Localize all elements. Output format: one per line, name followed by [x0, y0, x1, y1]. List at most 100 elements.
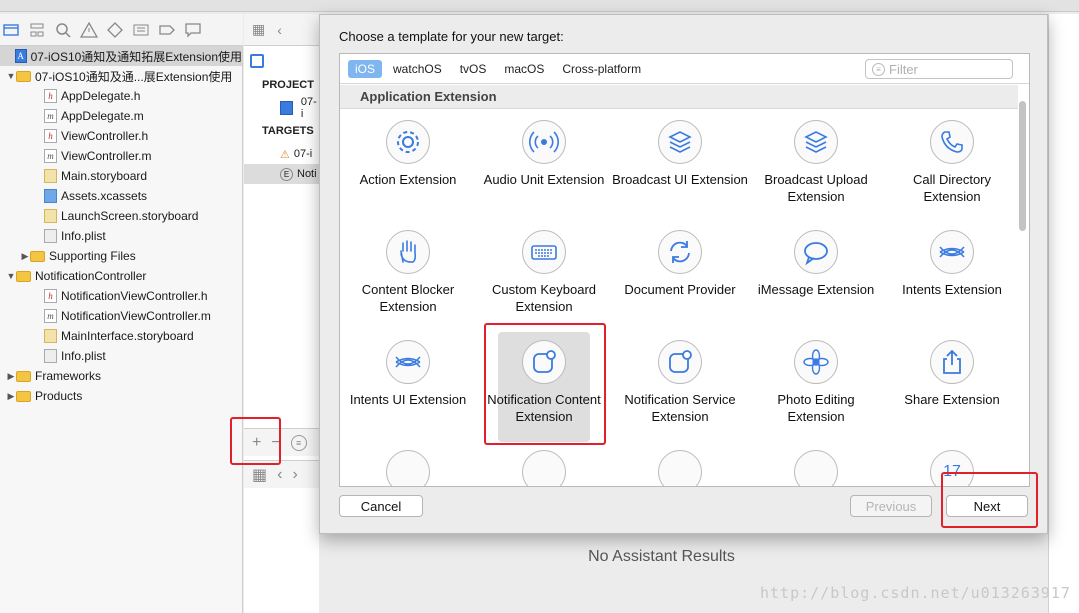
debug-icon[interactable] [132, 21, 150, 39]
sidebar-item[interactable]: Assets.xcassets [0, 186, 242, 206]
sidebar-item[interactable]: Main.storyboard [0, 166, 242, 186]
template-label: Photo Editing Extension [777, 392, 855, 424]
disclosure-triangle-icon[interactable]: ▶ [6, 371, 16, 382]
scrollbar-thumb[interactable] [1019, 101, 1026, 231]
template-label: Document Provider [624, 282, 736, 297]
platform-tab[interactable]: watchOS [386, 60, 449, 78]
grid-icon[interactable]: ▦ [252, 465, 267, 485]
template-item[interactable]: Document Provider [612, 222, 748, 332]
broadcast-stack-icon [794, 120, 838, 164]
targets-section-header: TARGETS [262, 125, 314, 137]
platform-tab[interactable]: macOS [497, 60, 551, 78]
folder-icon [16, 370, 31, 382]
template-item[interactable]: Broadcast UI Extension [612, 112, 748, 222]
sidebar-item[interactable]: ▶ Products [0, 386, 242, 406]
sidebar-toggle-icon[interactable] [250, 54, 264, 68]
target-list-item[interactable]: ⚠ 07-i [280, 144, 312, 164]
sidebar-item[interactable]: m NotificationViewController.m [0, 306, 242, 326]
template-item[interactable]: Content Blocker Extension [340, 222, 476, 332]
filter-placeholder: Filter [889, 61, 918, 77]
filter-field[interactable]: ≡ Filter [865, 59, 1013, 79]
target-list-item-selected[interactable]: E Noti [244, 164, 319, 184]
forward-arrow-icon[interactable]: › [292, 466, 297, 484]
sidebar-item[interactable]: ▼ NotificationController [0, 266, 242, 286]
project-icon: A [14, 49, 27, 63]
sidebar-item[interactable]: m AppDelegate.m [0, 106, 242, 126]
sidebar-item[interactable]: h AppDelegate.h [0, 86, 242, 106]
app-target-icon: ⚠ [280, 148, 290, 161]
sidebar-item[interactable]: h ViewController.h [0, 126, 242, 146]
sidebar-item-label: Products [35, 389, 83, 403]
template-scrollbar[interactable] [1018, 85, 1027, 485]
sidebar-item-label: NotificationController [35, 269, 147, 283]
template-item[interactable]: Notification Service Extension [612, 332, 748, 442]
storyboard-icon [44, 329, 57, 343]
template-label: Share Extension [904, 392, 1000, 407]
platform-tab[interactable]: tvOS [453, 60, 494, 78]
source-file-icon: m [44, 109, 57, 123]
search-icon[interactable] [54, 21, 72, 39]
sidebar-item[interactable]: ▶ Frameworks [0, 366, 242, 386]
project-editor-list: PROJECT 07-i TARGETS ⚠ 07-i E Noti [244, 14, 319, 613]
template-item[interactable] [748, 442, 884, 486]
template-item[interactable]: Action Extension [340, 112, 476, 222]
hand-icon [386, 230, 430, 274]
template-item[interactable]: iMessage Extension [748, 222, 884, 332]
sidebar-item[interactable]: LaunchScreen.storyboard [0, 206, 242, 226]
highlight-add-button [230, 417, 281, 465]
breakpoint-icon[interactable] [158, 21, 176, 39]
hierarchy-icon[interactable] [28, 21, 46, 39]
previous-button[interactable]: Previous [850, 495, 932, 517]
template-item[interactable]: Intents UI Extension [340, 332, 476, 442]
template-item[interactable]: Share Extension [884, 332, 1018, 442]
disclosure-triangle-icon[interactable]: ▼ [6, 271, 16, 281]
sidebar-item[interactable]: Info.plist [0, 226, 242, 246]
template-item[interactable] [476, 442, 612, 486]
template-label: Content Blocker Extension [361, 282, 455, 314]
template-label: Call Directory Extension [912, 172, 991, 204]
project-icon [280, 101, 293, 115]
filter-icon: ≡ [872, 62, 885, 76]
test-diamond-icon[interactable] [106, 21, 124, 39]
sidebar-item[interactable]: ▼ 07-iOS10通知及通...展Extension使用 [0, 66, 242, 86]
template-icon [386, 450, 430, 486]
template-item[interactable]: Intents Extension [884, 222, 1018, 332]
sidebar-item[interactable]: MainInterface.storyboard [0, 326, 242, 346]
back-arrow-icon[interactable]: ‹ [277, 466, 282, 484]
sidebar-item[interactable]: m ViewController.m [0, 146, 242, 166]
project-list-item[interactable]: 07-i [280, 96, 319, 120]
sidebar-item-label: ViewController.m [61, 149, 152, 163]
report-icon[interactable] [184, 21, 202, 39]
template-item[interactable]: Broadcast Upload Extension [748, 112, 884, 222]
template-item[interactable]: Call Directory Extension [884, 112, 1018, 222]
sidebar-item[interactable]: Info.plist [0, 346, 242, 366]
sidebar-item[interactable]: A 07-iOS10通知及通知拓展Extension使用 [0, 46, 242, 66]
audio-waves-icon [522, 120, 566, 164]
sidebar-item-label: NotificationViewController.m [61, 309, 211, 323]
sidebar-item[interactable]: ▶ Supporting Files [0, 246, 242, 266]
plist-icon [44, 349, 57, 363]
template-item[interactable]: Audio Unit Extension [476, 112, 612, 222]
platform-tab[interactable]: iOS [348, 59, 383, 78]
template-item[interactable] [340, 442, 476, 486]
grid-icon[interactable]: ▦ [252, 21, 265, 38]
template-item[interactable]: Photo Editing Extension [748, 332, 884, 442]
sidebar-item-label: Info.plist [61, 229, 106, 243]
broadcast-stack-icon-glyph [804, 131, 828, 153]
warning-icon[interactable] [80, 21, 98, 39]
template-item[interactable]: Custom Keyboard Extension [476, 222, 612, 332]
broadcast-stack-icon-glyph [668, 131, 692, 153]
sidebar-item[interactable]: h NotificationViewController.h [0, 286, 242, 306]
disclosure-triangle-icon[interactable]: ▼ [6, 71, 16, 81]
cancel-button[interactable]: Cancel [339, 495, 423, 517]
plist-icon [44, 229, 57, 243]
disclosure-triangle-icon[interactable]: ▶ [6, 391, 16, 402]
disclosure-triangle-icon[interactable]: ▶ [20, 251, 30, 262]
platform-tab[interactable]: Cross-platform [555, 60, 648, 78]
template-chooser: iOS watchOS tvOS macOS Cross-platform ≡ Filt… [339, 53, 1030, 487]
template-item[interactable] [612, 442, 748, 486]
template-icon [794, 450, 838, 486]
back-arrow-icon[interactable]: ‹ [277, 22, 282, 38]
filter-icon[interactable]: ≡ [290, 434, 307, 451]
folder-navigator-icon[interactable] [2, 21, 20, 39]
